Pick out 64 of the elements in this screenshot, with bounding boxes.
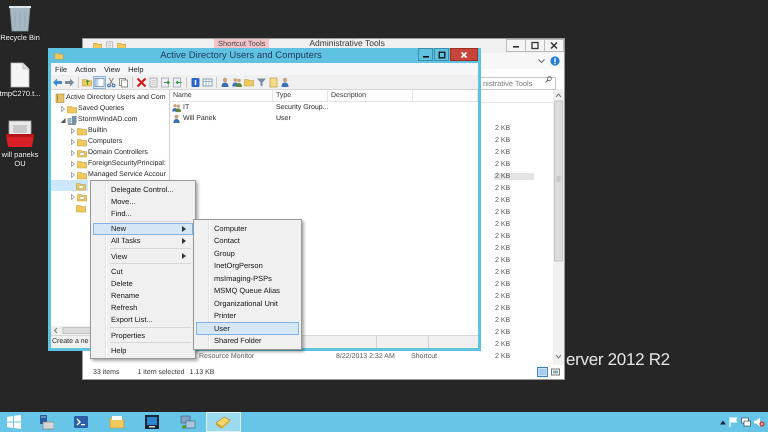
desktop-text: erver 2012 R2 <box>566 350 670 370</box>
search-icon <box>545 76 552 82</box>
folder-icon <box>76 180 86 190</box>
maximize-button[interactable] <box>434 48 449 61</box>
properties-icon[interactable] <box>148 76 159 88</box>
windows-logo-icon <box>7 415 21 429</box>
minimize-button[interactable] <box>418 48 433 61</box>
folder-icon[interactable] <box>108 414 125 430</box>
export-icon[interactable] <box>160 76 171 88</box>
help-icon[interactable] <box>550 56 560 66</box>
import-icon[interactable] <box>172 76 183 88</box>
collapsed-arrow-icon[interactable] <box>70 160 76 168</box>
vertical-scrollbar[interactable] <box>553 89 564 365</box>
back-icon[interactable] <box>52 76 63 88</box>
details-view-icon[interactable] <box>537 367 548 377</box>
app-folder-icon <box>54 51 64 60</box>
user-add-icon[interactable] <box>280 76 291 88</box>
chevron-down-icon[interactable] <box>538 58 545 64</box>
minimize-button[interactable] <box>506 39 526 52</box>
expanded-arrow-icon[interactable] <box>60 116 66 124</box>
scissors-icon[interactable] <box>106 76 117 88</box>
server-manager-icon[interactable] <box>38 414 54 430</box>
book-icon <box>55 92 65 102</box>
close-button[interactable] <box>450 48 478 61</box>
collapsed-arrow-icon[interactable] <box>70 148 76 156</box>
window-title: Administrative Tools <box>309 39 385 48</box>
group-add-icon[interactable] <box>232 76 243 88</box>
collapsed-arrow-icon[interactable] <box>70 126 76 134</box>
user-add-icon[interactable] <box>220 76 231 88</box>
muted-speaker-icon[interactable] <box>754 417 765 427</box>
terminal-icon[interactable] <box>73 414 90 430</box>
collapsed-arrow-icon[interactable] <box>70 170 76 178</box>
monitor-icon[interactable] <box>144 414 160 430</box>
tray-arrow-icon[interactable] <box>720 420 726 424</box>
maximize-button[interactable] <box>525 39 545 52</box>
collapsed-arrow-icon[interactable] <box>70 138 76 146</box>
folder-icon <box>67 104 77 114</box>
group-icon <box>172 103 181 112</box>
close-icon <box>549 41 559 50</box>
close-icon <box>460 50 468 58</box>
table-icon[interactable] <box>202 76 213 88</box>
window-title: Active Directory Users and Computers <box>159 50 323 61</box>
network-computer-icon[interactable] <box>180 414 196 430</box>
maximize-icon <box>530 41 540 50</box>
folder-up-icon[interactable] <box>82 76 93 88</box>
folder-icon <box>77 148 87 158</box>
folder-icon <box>77 192 87 202</box>
help-icon[interactable] <box>190 76 201 88</box>
network-icon[interactable] <box>741 417 751 427</box>
server-icon <box>67 114 77 124</box>
large-icons-view-icon[interactable] <box>550 367 561 377</box>
tree-pane-icon[interactable] <box>94 76 105 88</box>
user-icon <box>172 114 181 123</box>
maximize-icon <box>438 50 446 58</box>
copy-icon[interactable] <box>118 76 129 88</box>
book-icon[interactable] <box>215 414 232 430</box>
collapsed-arrow-icon[interactable] <box>70 192 76 200</box>
close-button[interactable] <box>544 39 564 52</box>
toolbox-icon[interactable] <box>5 119 35 149</box>
delete-icon[interactable] <box>136 76 147 88</box>
collapsed-arrow-icon[interactable] <box>60 104 66 112</box>
forward-icon[interactable] <box>64 76 75 88</box>
document-icon[interactable] <box>10 62 30 88</box>
folder-icon <box>76 202 86 212</box>
